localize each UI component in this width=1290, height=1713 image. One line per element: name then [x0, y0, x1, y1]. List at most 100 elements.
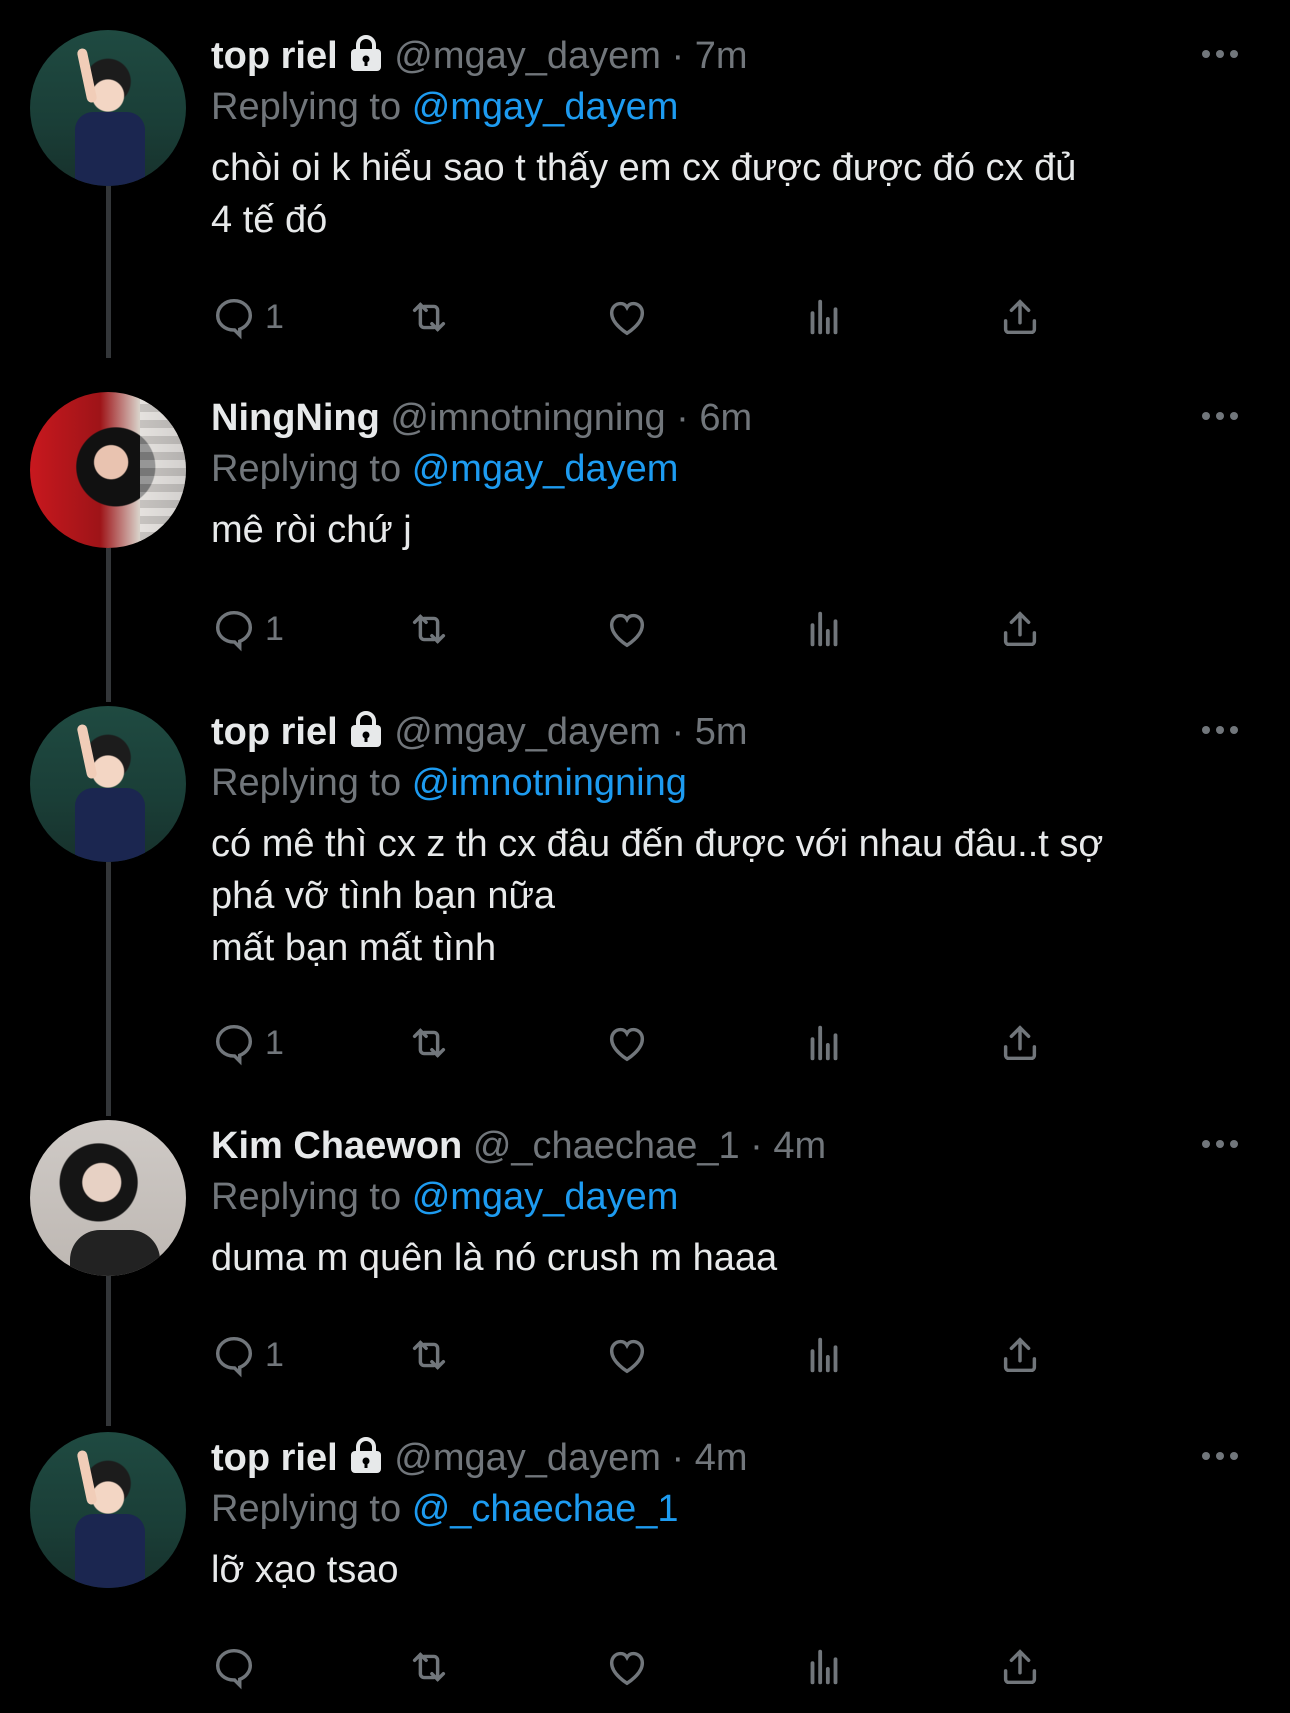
reply-button[interactable] [211, 1642, 265, 1692]
replying-to: Replying to @mgay_dayem [211, 444, 1290, 494]
replying-to: Replying to @mgay_dayem [211, 82, 1290, 132]
user-handle[interactable]: @mgay_dayem [394, 1437, 661, 1479]
views-chart-icon [810, 299, 838, 335]
display-name[interactable]: top riel [211, 1437, 338, 1479]
more-dots-icon[interactable] [1200, 720, 1240, 740]
retweet-button[interactable] [406, 1330, 452, 1380]
like-button[interactable] [604, 604, 650, 654]
share-button[interactable] [997, 1330, 1043, 1380]
share-icon [1003, 1649, 1037, 1685]
separator-dot: · [671, 711, 685, 753]
heart-icon [609, 301, 645, 336]
reply-button[interactable]: 1 [211, 292, 284, 342]
user-handle[interactable]: @_chaechae_1 [473, 1125, 740, 1167]
share-button[interactable] [997, 604, 1043, 654]
share-button[interactable] [997, 292, 1043, 342]
comment-icon [215, 1336, 253, 1378]
tweet-header: top riel @mgay_dayem · 4m [211, 1432, 1290, 1484]
share-icon [1003, 1025, 1037, 1061]
replying-prefix: Replying to [211, 1176, 402, 1218]
more-dots-icon[interactable] [1200, 1446, 1240, 1466]
lock-icon [348, 710, 384, 762]
share-button[interactable] [997, 1018, 1043, 1068]
user-handle[interactable]: @mgay_dayem [394, 711, 661, 753]
comment-icon [215, 1024, 253, 1066]
tweet-actions: 1 [211, 1330, 1131, 1380]
mention-link[interactable]: @_chaechae_1 [412, 1488, 679, 1530]
timestamp[interactable]: 5m [695, 711, 748, 753]
reply-button[interactable]: 1 [211, 1018, 284, 1068]
mention-link[interactable]: @imnotningning [412, 762, 687, 804]
display-name[interactable]: Kim Chaewon [211, 1125, 462, 1167]
user-handle[interactable]: @imnotningning [390, 397, 665, 439]
avatar[interactable] [30, 30, 186, 186]
tweet-actions: 1 [211, 292, 1131, 342]
views-chart-icon [810, 1649, 838, 1685]
like-button[interactable] [604, 1330, 650, 1380]
share-icon [1003, 1337, 1037, 1373]
retweet-button[interactable] [406, 292, 452, 342]
retweet-button[interactable] [406, 1642, 452, 1692]
retweet-icon [412, 614, 446, 644]
retweet-icon [412, 302, 446, 332]
thread-line [106, 548, 111, 702]
replying-to: Replying to @_chaechae_1 [211, 1484, 1290, 1534]
views-button[interactable] [801, 1642, 847, 1692]
mention-link[interactable]: @mgay_dayem [412, 448, 679, 490]
reply-count: 1 [265, 1023, 284, 1062]
display-name[interactable]: top riel [211, 35, 338, 77]
avatar[interactable] [30, 1120, 186, 1276]
tweet-text: chòi oi k hiểu sao t thấy em cx được đượ… [211, 147, 1077, 241]
avatar[interactable] [30, 392, 186, 548]
tweet-actions [211, 1642, 1131, 1692]
heart-icon [609, 1339, 645, 1374]
thread-line [106, 862, 111, 1116]
timestamp[interactable]: 6m [699, 397, 752, 439]
comment-icon [215, 1648, 253, 1690]
views-button[interactable] [801, 604, 847, 654]
timestamp[interactable]: 4m [695, 1437, 748, 1479]
display-name[interactable]: NingNing [211, 397, 380, 439]
like-button[interactable] [604, 1642, 650, 1692]
retweet-icon [412, 1340, 446, 1370]
retweet-icon [412, 1028, 446, 1058]
reply-count: 1 [265, 1335, 284, 1374]
comment-icon [215, 610, 253, 652]
views-chart-icon [810, 611, 838, 647]
views-button[interactable] [801, 1018, 847, 1068]
avatar[interactable] [30, 1432, 186, 1588]
like-button[interactable] [604, 1018, 650, 1068]
share-icon [1003, 611, 1037, 647]
retweet-button[interactable] [406, 604, 452, 654]
share-button[interactable] [997, 1642, 1043, 1692]
replying-to: Replying to @mgay_dayem [211, 1172, 1290, 1222]
mention-link[interactable]: @mgay_dayem [412, 1176, 679, 1218]
more-dots-icon[interactable] [1200, 406, 1240, 426]
mention-link[interactable]: @mgay_dayem [412, 86, 679, 128]
like-button[interactable] [604, 292, 650, 342]
reply-button[interactable]: 1 [211, 1330, 284, 1380]
retweet-button[interactable] [406, 1018, 452, 1068]
views-button[interactable] [801, 292, 847, 342]
lock-icon [348, 34, 384, 86]
tweet-text: lỡ xạo tsao [211, 1549, 399, 1591]
views-button[interactable] [801, 1330, 847, 1380]
more-dots-icon[interactable] [1200, 1134, 1240, 1154]
timestamp[interactable]: 7m [695, 35, 748, 77]
tweet-actions: 1 [211, 604, 1131, 654]
comment-icon [215, 298, 253, 340]
display-name[interactable]: top riel [211, 711, 338, 753]
separator-dot: · [750, 1125, 763, 1167]
tweet-header: top riel @mgay_dayem · 7m [211, 30, 1290, 82]
thread-line [106, 186, 111, 358]
more-dots-icon[interactable] [1200, 44, 1240, 64]
tweet-text: mê ròi chứ j [211, 509, 412, 551]
user-handle[interactable]: @mgay_dayem [394, 35, 661, 77]
thread-line [106, 1276, 111, 1426]
separator-dot: · [671, 1437, 685, 1479]
timestamp[interactable]: 4m [773, 1125, 826, 1167]
reply-button[interactable]: 1 [211, 604, 284, 654]
retweet-icon [412, 1652, 446, 1682]
avatar[interactable] [30, 706, 186, 862]
replying-prefix: Replying to [211, 86, 402, 128]
